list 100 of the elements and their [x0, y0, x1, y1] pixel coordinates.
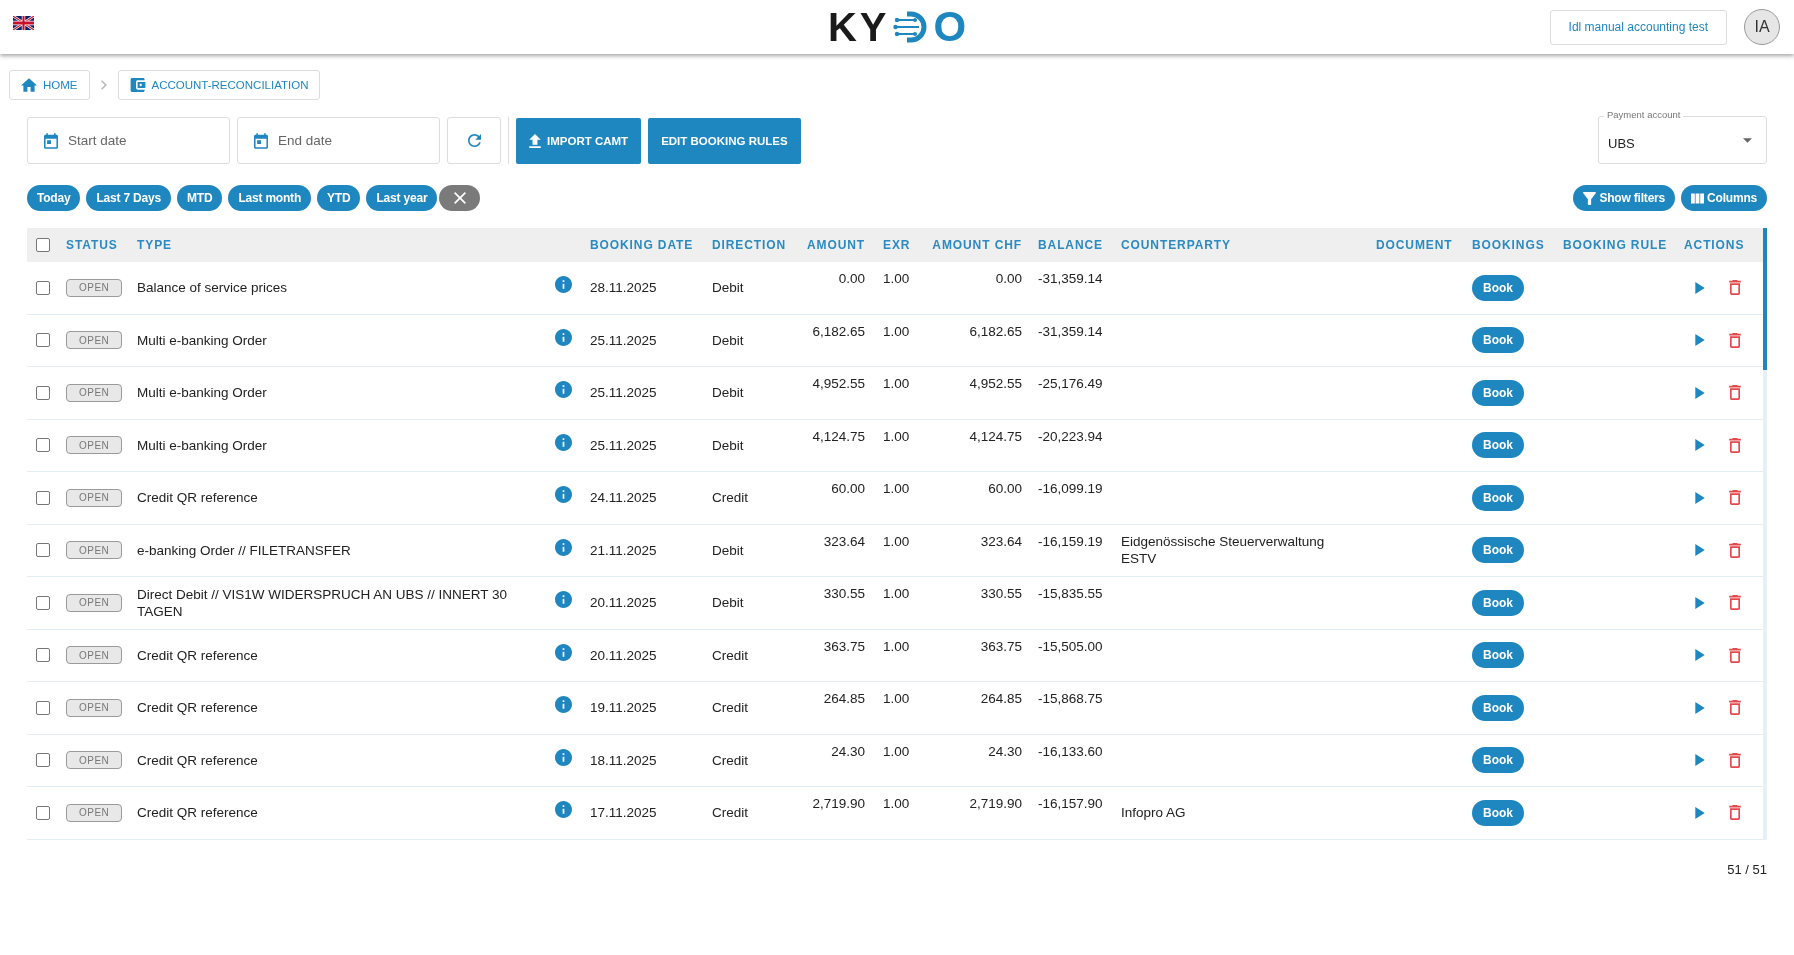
row-checkbox[interactable]: [36, 700, 50, 715]
book-button[interactable]: Book: [1472, 484, 1524, 511]
row-checkbox[interactable]: [36, 648, 50, 663]
row-checkbox[interactable]: [36, 280, 50, 295]
table-cell-text: 19.11.2025: [589, 700, 658, 716]
info-icon[interactable]: [555, 643, 572, 661]
info-icon[interactable]: [555, 591, 572, 609]
book-button[interactable]: Book: [1472, 747, 1524, 774]
upload-icon: [529, 133, 541, 148]
table-cell-text: 4,952.55: [811, 375, 866, 391]
table-cell-text: Debit: [711, 437, 745, 453]
row-checkbox[interactable]: [36, 438, 50, 453]
info-icon[interactable]: [555, 696, 572, 714]
trash-icon[interactable]: [1729, 647, 1741, 663]
status-badge: OPEN: [66, 383, 123, 402]
row-checkbox[interactable]: [36, 805, 50, 820]
info-icon[interactable]: [555, 328, 572, 346]
info-icon[interactable]: [555, 381, 572, 399]
play-icon[interactable]: [1695, 491, 1705, 504]
book-button[interactable]: Book: [1472, 799, 1524, 826]
table-cell-text: 2,719.90: [811, 795, 866, 811]
table-cell-text: 330.55: [979, 585, 1023, 601]
table-cell-text: Debit: [711, 542, 745, 558]
play-icon[interactable]: [1695, 806, 1705, 819]
table-cell-text: 21.11.2025: [589, 542, 658, 558]
book-button[interactable]: Book: [1472, 537, 1524, 564]
play-icon[interactable]: [1695, 334, 1705, 347]
trash-icon[interactable]: [1729, 542, 1741, 558]
row-checkbox[interactable]: [36, 333, 50, 348]
table-cell-text: 24.30: [830, 742, 866, 759]
table-cell-text: 1.00: [882, 322, 911, 339]
trash-icon[interactable]: [1729, 332, 1741, 348]
trash-icon[interactable]: [1729, 280, 1741, 296]
play-icon[interactable]: [1695, 754, 1705, 767]
show-filters-button[interactable]: Show filters: [1573, 185, 1676, 211]
trash-icon[interactable]: [1729, 385, 1741, 401]
table-cell-text: 330.55: [822, 585, 866, 601]
play-icon[interactable]: [1695, 701, 1705, 714]
columns-button[interactable]: Columns: [1681, 185, 1767, 211]
row-checkbox[interactable]: [36, 595, 50, 610]
breadcrumb-link[interactable]: ACCOUNT-RECONCILIATION: [117, 70, 321, 100]
play-icon[interactable]: [1695, 281, 1705, 294]
play-icon[interactable]: [1695, 386, 1705, 399]
edit-booking-rules-button[interactable]: EDIT BOOKING RULES: [648, 117, 801, 164]
trash-icon[interactable]: [1729, 700, 1741, 716]
date-range-chip[interactable]: Last year: [366, 185, 438, 211]
column-header: AMOUNT CHF: [931, 238, 1023, 252]
row-checkbox[interactable]: [36, 490, 50, 505]
trash-icon[interactable]: [1729, 437, 1741, 453]
trash-icon[interactable]: [1729, 805, 1741, 821]
start-date-field[interactable]: Start date: [27, 117, 230, 164]
play-icon[interactable]: [1695, 439, 1705, 452]
user-avatar[interactable]: IA: [1744, 9, 1780, 45]
account-button[interactable]: Idl manual accounting test: [1549, 9, 1727, 45]
trash-icon[interactable]: [1729, 490, 1741, 506]
refresh-icon: [467, 134, 481, 147]
date-range-chip[interactable]: Last month: [228, 185, 312, 211]
info-icon[interactable]: [555, 486, 572, 504]
info-icon[interactable]: [555, 276, 572, 294]
info-icon[interactable]: [555, 748, 572, 766]
book-button[interactable]: Book: [1472, 694, 1524, 721]
play-icon[interactable]: [1695, 544, 1705, 557]
table-cell-text: Multi e-banking Order: [136, 384, 268, 402]
flag-icon[interactable]: [13, 16, 34, 30]
status-badge: OPEN: [66, 541, 123, 560]
play-icon[interactable]: [1695, 596, 1705, 609]
clear-filter-button[interactable]: [439, 185, 481, 211]
book-button[interactable]: Book: [1472, 642, 1524, 669]
book-button[interactable]: Book: [1472, 327, 1524, 354]
info-icon[interactable]: [555, 801, 572, 819]
table-cell-text: 18.11.2025: [589, 752, 658, 768]
import-camt-button[interactable]: IMPORT CAMT: [516, 117, 642, 164]
table-cell-text: 60.00: [830, 480, 866, 496]
info-icon[interactable]: [555, 433, 572, 451]
select-all-checkbox[interactable]: [36, 238, 50, 252]
page-count: 51 / 51: [1727, 861, 1767, 877]
row-checkbox[interactable]: [36, 753, 50, 768]
column-header: BOOKINGS: [1471, 238, 1546, 252]
table-cell-text: Balance of service prices: [136, 279, 289, 297]
end-date-field[interactable]: End date: [237, 117, 440, 164]
info-icon[interactable]: [555, 538, 572, 556]
calendar-icon: [44, 133, 58, 149]
refresh-button[interactable]: [447, 117, 501, 164]
date-range-chip[interactable]: Today: [27, 185, 81, 211]
play-icon[interactable]: [1695, 649, 1705, 662]
row-checkbox[interactable]: [36, 385, 50, 400]
book-button[interactable]: Book: [1472, 432, 1524, 459]
status-badge: OPEN: [66, 751, 123, 770]
column-header: ACTIONS: [1683, 238, 1746, 252]
trash-icon[interactable]: [1729, 752, 1741, 768]
date-range-chip[interactable]: Last 7 Days: [86, 185, 171, 211]
row-checkbox[interactable]: [36, 543, 50, 558]
breadcrumb-link[interactable]: HOME: [9, 70, 90, 100]
book-button[interactable]: Book: [1472, 589, 1524, 616]
book-button[interactable]: Book: [1472, 274, 1524, 301]
date-range-chip[interactable]: MTD: [176, 185, 223, 211]
trash-icon[interactable]: [1729, 595, 1741, 611]
date-range-chip[interactable]: YTD: [317, 185, 361, 211]
book-button[interactable]: Book: [1472, 379, 1524, 406]
table-cell-text: -15,505.00: [1037, 637, 1104, 654]
